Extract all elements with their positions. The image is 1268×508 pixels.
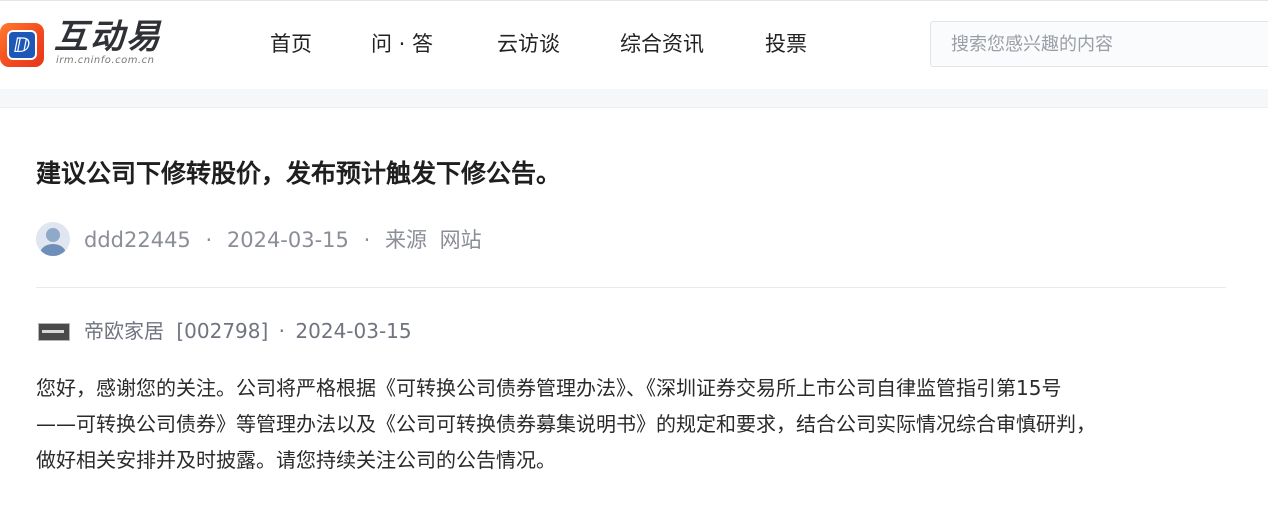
meta-separator: · bbox=[363, 228, 371, 252]
logo-url: irm.cninfo.com.cn bbox=[56, 55, 155, 66]
logo-name: 互动易 bbox=[54, 17, 162, 57]
search-input[interactable] bbox=[931, 22, 1268, 66]
source-value: 网站 bbox=[439, 228, 482, 252]
meta-separator: · bbox=[205, 228, 213, 252]
answer-line: 做好相关安排并及时披露。请您持续关注公司的公告情况。 bbox=[36, 448, 556, 472]
question-title: 建议公司下修转股价，发布预计触发下修公告。 bbox=[36, 159, 562, 188]
company-code[interactable]: [002798] bbox=[176, 319, 268, 343]
nav-item-news[interactable]: 综合资讯 bbox=[620, 29, 704, 59]
answer-line: 您好，感谢您的关注。公司将严格根据《可转换公司债券管理办法》、《深圳证券交易所上… bbox=[36, 376, 1062, 400]
site-header: ⅅ 互动易 irm.cninfo.com.cn 首页 问 · 答 云访谈 综合资… bbox=[0, 0, 1268, 89]
meta-separator: · bbox=[278, 319, 286, 343]
answer-text: 您好，感谢您的关注。公司将严格根据《可转换公司债券管理办法》、《深圳证券交易所上… bbox=[36, 370, 1236, 478]
site-logo[interactable]: ⅅ 互动易 irm.cninfo.com.cn bbox=[0, 17, 180, 69]
divider bbox=[36, 287, 1226, 288]
company-logo-icon bbox=[38, 323, 70, 341]
company-name[interactable]: 帝欧家居 bbox=[84, 319, 164, 343]
nav-item-vote[interactable]: 投票 bbox=[765, 29, 807, 59]
answer-line: ——可转换公司债券》等管理办法以及《公司可转换债券募集说明书》的规定和要求，结合… bbox=[36, 412, 1096, 436]
search-box bbox=[930, 21, 1268, 67]
source-label: 来源 bbox=[384, 228, 427, 252]
nav-item-home[interactable]: 首页 bbox=[270, 29, 312, 59]
nav-item-qa[interactable]: 问 · 答 bbox=[371, 29, 433, 59]
question-date: 2024-03-15 bbox=[226, 228, 349, 252]
interactive-logo-icon: ⅅ bbox=[0, 23, 44, 67]
question-user[interactable]: ddd22445 bbox=[84, 228, 191, 252]
answer-meta: 帝欧家居 [002798] · 2024-03-15 bbox=[84, 317, 412, 345]
answer-date: 2024-03-15 bbox=[295, 319, 412, 343]
question-meta: ddd22445 · 2024-03-15 · 来源 网站 bbox=[84, 226, 482, 254]
qa-card: 建议公司下修转股价，发布预计触发下修公告。 ddd22445 · 2024-03… bbox=[0, 107, 1268, 508]
nav-item-interview[interactable]: 云访谈 bbox=[497, 29, 560, 59]
user-avatar-icon[interactable] bbox=[36, 222, 70, 256]
